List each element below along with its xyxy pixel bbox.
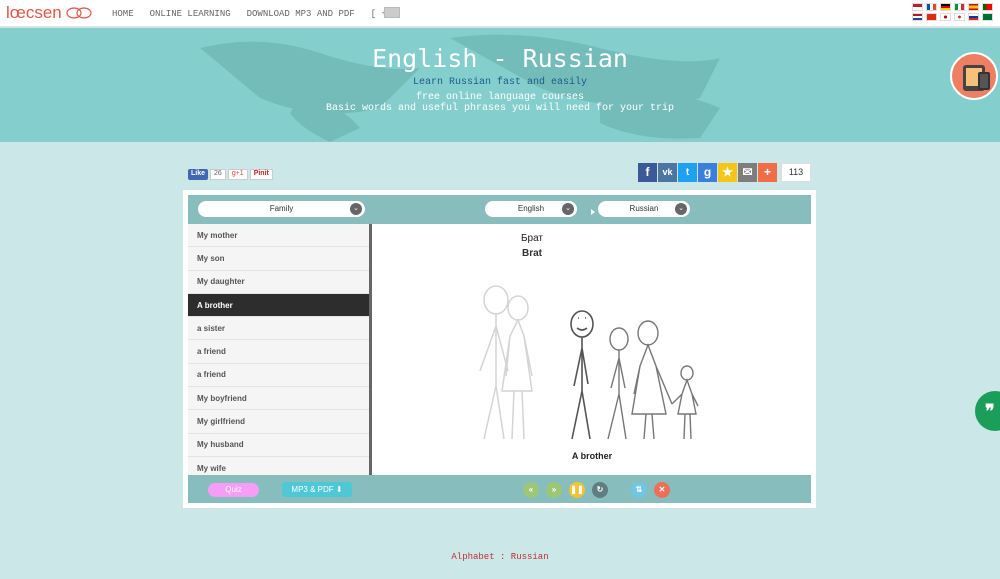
list-item[interactable]: a sister <box>188 317 369 341</box>
share-bar: f vk t g ★ ✉ + 113 <box>638 163 811 182</box>
mobile-app-button[interactable] <box>950 52 998 100</box>
mail-icon[interactable] <box>384 7 400 18</box>
to-language-select[interactable]: Russian ⌄ <box>598 201 690 217</box>
mp3-pdf-label: MP3 & PDF <box>291 485 334 494</box>
next-icon[interactable]: » <box>546 482 562 498</box>
pinterest-button[interactable]: Pinit <box>249 169 273 180</box>
pause-icon[interactable]: ❚❚ <box>569 482 585 498</box>
word-caption: A brother <box>571 451 613 461</box>
flag-nl-icon[interactable] <box>912 13 923 21</box>
chat-icon[interactable]: ❞ <box>975 391 1000 431</box>
list-item[interactable]: My mother <box>188 224 369 248</box>
flag-kr-icon[interactable] <box>954 13 965 21</box>
category-select[interactable]: Family ⌄ <box>198 201 365 217</box>
like-count: 26 <box>210 169 226 180</box>
shuffle-icon[interactable]: ✕ <box>654 482 670 498</box>
to-language-value: Russian <box>629 204 659 213</box>
vk-share-icon[interactable]: vk <box>658 163 677 182</box>
list-item-active[interactable]: A brother <box>188 293 369 318</box>
star-share-icon[interactable]: ★ <box>718 163 737 182</box>
flag-es-icon[interactable] <box>968 3 979 11</box>
previous-icon[interactable]: « <box>523 482 539 498</box>
lesson-widget: Family ⌄ English ⌄ Russian ⌄ My mother M… <box>183 190 816 508</box>
alphabet-link[interactable]: Alphabet : Russian <box>0 552 1000 562</box>
flag-it-icon[interactable] <box>954 3 965 11</box>
language-flags <box>912 3 994 21</box>
word-transliteration: Brat <box>521 248 542 259</box>
main-nav: HOME ONLINE LEARNING DOWNLOAD MP3 AND PD… <box>112 9 414 19</box>
chevron-down-icon: ⌄ <box>350 203 362 215</box>
from-language-value: English <box>517 204 545 213</box>
google-share-icon[interactable]: g <box>698 163 717 182</box>
plus-share-icon[interactable]: + <box>758 163 777 182</box>
family-illustration <box>479 285 699 440</box>
hero-banner: English - Russian Learn Russian fast and… <box>0 28 1000 142</box>
list-item[interactable]: My girlfriend <box>188 410 369 434</box>
widget-top-bar: Family ⌄ English ⌄ Russian ⌄ <box>188 195 811 224</box>
phone-icon <box>978 72 990 90</box>
nav-download[interactable]: DOWNLOAD MP3 AND PDF <box>247 9 355 19</box>
speech-bubbles-icon <box>66 6 93 19</box>
nav-online-learning[interactable]: ONLINE LEARNING <box>150 9 231 19</box>
word-stage: Брат Brat A brother <box>372 224 810 475</box>
social-like-bar: Like 26 g+1 Pinit <box>188 169 273 180</box>
word-native: Брат <box>520 233 544 244</box>
list-item[interactable]: My daughter <box>188 270 369 294</box>
facebook-like-button[interactable]: Like <box>188 169 209 180</box>
facebook-share-icon[interactable]: f <box>638 163 657 182</box>
flag-us-icon[interactable] <box>912 3 923 11</box>
arrow-right-icon <box>591 209 595 215</box>
hero-line-1: free online language courses <box>415 92 585 103</box>
list-item[interactable]: My husband <box>188 433 369 457</box>
list-item[interactable]: a friend <box>188 363 369 388</box>
replay-icon[interactable]: ↻ <box>592 482 608 498</box>
email-share-icon[interactable]: ✉ <box>738 163 757 182</box>
from-language-select[interactable]: English ⌄ <box>485 201 577 217</box>
flag-de-icon[interactable] <box>940 3 951 11</box>
list-item[interactable]: My son <box>188 247 369 271</box>
flag-cn-icon[interactable] <box>926 13 937 21</box>
twitter-share-icon[interactable]: t <box>678 163 697 182</box>
download-icon: ⬇ <box>335 485 343 494</box>
flag-fr-icon[interactable] <box>926 3 937 11</box>
quiz-button[interactable]: Quiz <box>208 483 259 497</box>
flag-jp-icon[interactable] <box>940 13 951 21</box>
widget-bottom-bar: Quiz MP3 & PDF ⬇ « » ❚❚ ↻ ⇅ ✕ <box>188 475 811 503</box>
top-bar: lœcsen HOME ONLINE LEARNING DOWNLOAD MP3… <box>0 0 1000 27</box>
category-value: Family <box>269 204 294 213</box>
hero-subtitle: Learn Russian fast and easily <box>412 77 588 88</box>
share-count: 113 <box>781 163 811 182</box>
list-item[interactable]: a friend <box>188 340 369 364</box>
chevron-down-icon: ⌄ <box>562 203 574 215</box>
page-title: English - Russian <box>372 44 628 73</box>
mp3-pdf-button[interactable]: MP3 & PDF ⬇ <box>282 482 352 497</box>
flag-sa-icon[interactable] <box>982 13 993 21</box>
list-item[interactable]: My boyfriend <box>188 387 369 411</box>
hero-line-2: Basic words and useful phrases you will … <box>325 103 675 114</box>
logo-text: lœcsen <box>6 3 62 22</box>
flag-ru-icon[interactable] <box>968 13 979 21</box>
logo[interactable]: lœcsen <box>6 3 93 23</box>
chevron-down-icon: ⌄ <box>675 203 687 215</box>
flag-pt-icon[interactable] <box>982 3 993 11</box>
swap-languages-icon[interactable]: ⇅ <box>631 482 647 498</box>
phrase-list: My mother My son My daughter A brother a… <box>188 224 372 475</box>
nav-home[interactable]: HOME <box>112 9 134 19</box>
google-plus-button[interactable]: g+1 <box>227 169 248 180</box>
list-item[interactable]: My wife <box>188 456 369 475</box>
